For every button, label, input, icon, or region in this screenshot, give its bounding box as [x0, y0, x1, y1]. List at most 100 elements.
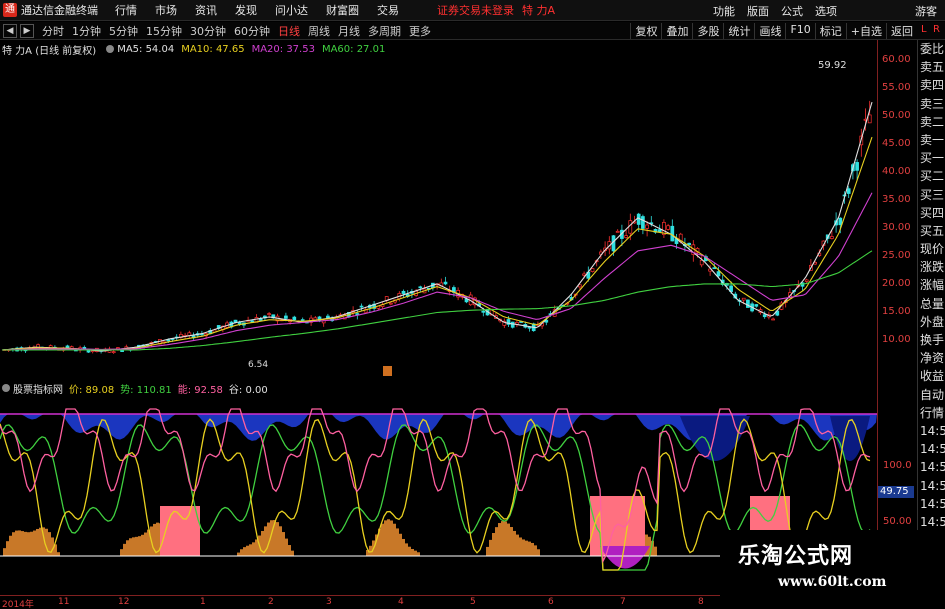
indicator-valley: 谷: 0.00 — [228, 384, 268, 396]
side-panel-item[interactable]: 14:50 — [918, 422, 945, 440]
side-panel-item[interactable]: 14:50 — [918, 440, 945, 458]
sub-chart-info: 股票指标网 价: 89.08 势: 110.81 能: 92.58 谷: 0.0… — [2, 381, 274, 396]
period-1min[interactable]: 1分钟 — [72, 23, 101, 39]
indicator-price: 价: 89.08 — [69, 384, 115, 396]
btn-f10[interactable]: F10 — [785, 23, 814, 39]
candle-body — [741, 297, 746, 301]
indicator-bar — [18, 530, 21, 556]
candle-body — [292, 316, 297, 321]
candle-body — [762, 314, 767, 318]
side-panel-item[interactable]: 涨跌 — [918, 258, 945, 276]
side-panel-item[interactable]: 买五 — [918, 222, 945, 240]
side-panel-item[interactable]: 14:50 — [918, 513, 945, 531]
price-tick: 55.00 — [882, 82, 911, 93]
side-panel-item[interactable]: 委比 — [918, 40, 945, 58]
side-panel-item[interactable]: 换手 — [918, 331, 945, 349]
side-panel-item[interactable]: 卖一 — [918, 131, 945, 149]
period-intraday[interactable]: 分时 — [42, 23, 64, 39]
candle-body — [527, 326, 532, 329]
btn-multistock[interactable]: 多股 — [692, 23, 723, 39]
menu-ask[interactable]: 问小达 — [275, 2, 308, 18]
side-panel-item[interactable]: 外盘 — [918, 313, 945, 331]
time-tick: 11 — [58, 597, 70, 607]
settings-dot-icon[interactable] — [106, 45, 115, 53]
watermark-cn: 乐淘公式网 — [738, 544, 854, 569]
btn-stats[interactable]: 统计 — [723, 23, 754, 39]
indicator-bar — [537, 549, 540, 556]
side-panel-item[interactable]: 卖二 — [918, 113, 945, 131]
time-tick: 1 — [200, 597, 206, 607]
menu-formula[interactable]: 公式 — [781, 3, 803, 19]
side-panel-item[interactable]: 卖五 — [918, 58, 945, 76]
candle-body — [746, 299, 750, 308]
candle-body — [481, 310, 486, 313]
ma-line-ma20 — [1, 192, 873, 351]
candle-body — [624, 235, 628, 238]
period-multi[interactable]: 多周期 — [368, 23, 401, 39]
menu-options[interactable]: 选项 — [815, 3, 837, 19]
btn-add-watch[interactable]: +自选 — [845, 23, 886, 39]
btn-adjust[interactable]: 复权 — [630, 23, 661, 39]
side-panel-item[interactable]: 14:50 — [918, 458, 945, 476]
event-marker[interactable] — [383, 366, 392, 376]
btn-mark[interactable]: 标记 — [814, 23, 846, 39]
side-panel-item[interactable]: 现价 — [918, 240, 945, 258]
side-panel-item[interactable]: 涨幅 — [918, 276, 945, 294]
period-weekly[interactable]: 周线 — [308, 23, 330, 39]
menu-functions[interactable]: 功能 — [713, 3, 735, 19]
side-panel-item[interactable]: 卖四 — [918, 76, 945, 94]
side-panel-item[interactable]: 自动 — [918, 386, 945, 404]
right-menus: 功能 版面 公式 选项 — [701, 3, 837, 19]
back-arrow-icon[interactable]: ◀ — [3, 23, 17, 38]
period-30min[interactable]: 30分钟 — [190, 23, 226, 39]
side-panel-item[interactable]: 收益 — [918, 367, 945, 385]
period-15min[interactable]: 15分钟 — [146, 23, 182, 39]
left-toggle[interactable]: L — [921, 24, 927, 35]
side-panel-item[interactable]: 卖三 — [918, 95, 945, 113]
period-monthly[interactable]: 月线 — [338, 23, 360, 39]
indicator-name[interactable]: 股票指标网 — [13, 381, 63, 396]
candle-body — [855, 162, 859, 171]
side-panel-item[interactable]: 买三 — [918, 186, 945, 204]
btn-return[interactable]: 返回 — [886, 23, 917, 39]
period-60min[interactable]: 60分钟 — [234, 23, 270, 39]
menu-news[interactable]: 资讯 — [195, 2, 217, 18]
guest-label[interactable]: 游客 — [915, 3, 937, 19]
time-tick: 12 — [118, 597, 130, 607]
period-5min[interactable]: 5分钟 — [109, 23, 138, 39]
side-panel-item[interactable]: 14:50 — [918, 477, 945, 495]
menu-wealth[interactable]: 财富圈 — [326, 2, 359, 18]
menu-layout[interactable]: 版面 — [747, 3, 769, 19]
indicator-bar — [39, 527, 42, 556]
side-panel-item[interactable]: 总量 — [918, 295, 945, 313]
menu-market[interactable]: 行情 — [115, 2, 137, 18]
side-panel-item[interactable]: 净资 — [918, 349, 945, 367]
forward-arrow-icon[interactable]: ▶ — [20, 23, 34, 38]
candle-body — [120, 350, 124, 352]
menu-exchange[interactable]: 市场 — [155, 2, 177, 18]
menu-trade[interactable]: 交易 — [377, 2, 399, 18]
side-panel-item[interactable]: 买二 — [918, 167, 945, 185]
candlestick-chart[interactable]: 59.92 6.54 — [0, 56, 877, 376]
candle-body — [716, 271, 721, 277]
indicator-bar — [492, 533, 495, 556]
indicator-bar — [3, 548, 6, 556]
side-panel-item[interactable]: 买四 — [918, 204, 945, 222]
indicator-bar — [24, 531, 27, 556]
time-tick: 3 — [326, 597, 332, 607]
indicator-bar — [528, 541, 531, 556]
btn-overlay[interactable]: 叠加 — [661, 23, 692, 39]
side-panel-item[interactable]: 行情 — [918, 404, 945, 422]
menu-discover[interactable]: 发现 — [235, 2, 257, 18]
period-more[interactable]: 更多 — [409, 23, 431, 39]
login-status[interactable]: 证券交易未登录 — [437, 2, 514, 18]
indicator-bar — [504, 521, 507, 556]
period-daily[interactable]: 日线 — [278, 23, 300, 39]
indicator-bar — [501, 521, 504, 556]
right-toggle[interactable]: R — [933, 24, 940, 35]
sub-settings-dot-icon[interactable] — [2, 384, 10, 392]
side-panel-item[interactable]: 买一 — [918, 149, 945, 167]
cursor-value: 49.75 — [878, 486, 914, 498]
side-panel-item[interactable]: 14:50 — [918, 495, 945, 513]
btn-draw[interactable]: 画线 — [754, 23, 785, 39]
